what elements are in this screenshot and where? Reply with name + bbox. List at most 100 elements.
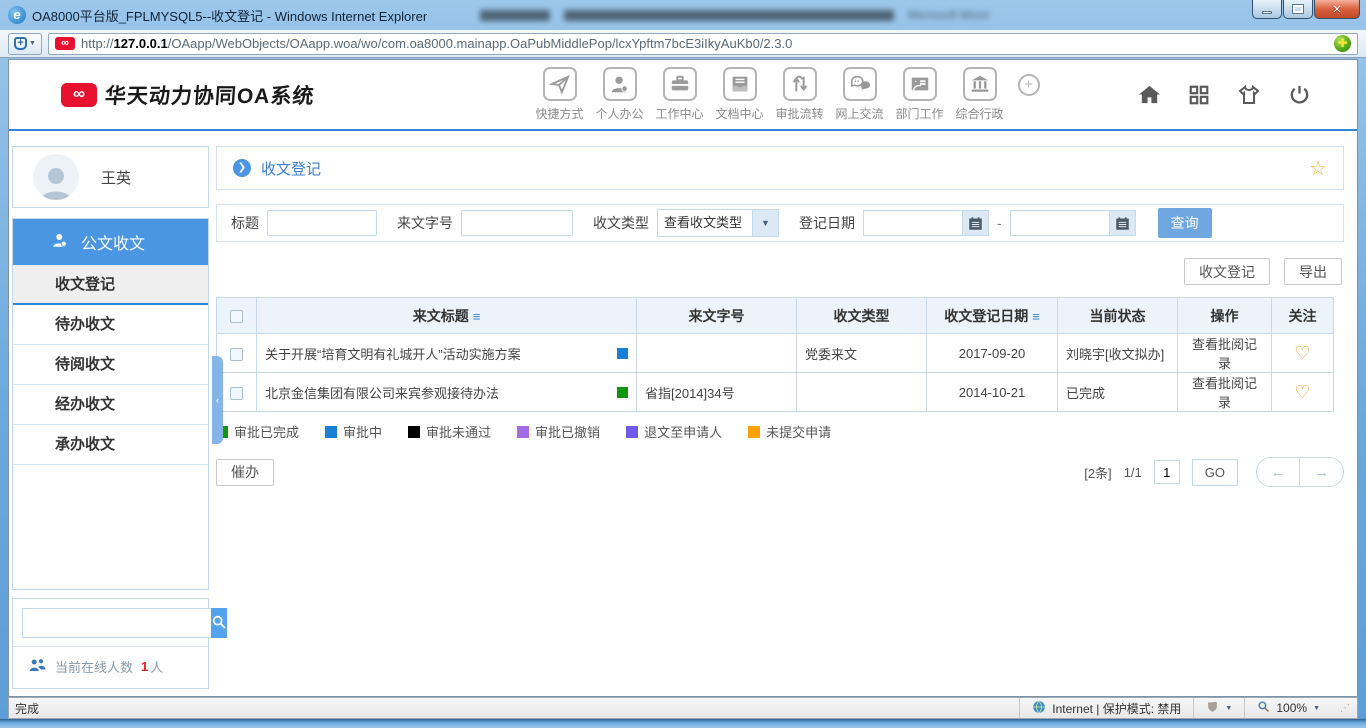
resize-grip: ⋰ [1332,703,1351,714]
register-button[interactable]: 收文登记 [1184,258,1270,285]
sidebar: 王英 公文收文 收文登记 待办收文 待阅收文 经办收文 承办收文 [9,131,209,695]
view-record-link[interactable]: 查看批阅记录 [1178,334,1272,373]
sidebar-item-shouwendengji[interactable]: 收文登记 [13,265,208,305]
close-icon: ✕ [1332,3,1341,16]
nav-item-online-chat[interactable]: 网上交流 [830,67,890,122]
main-nav: 快捷方式 个人办公 工作中心 [530,67,1040,122]
sidebar-item-daibanshouwen[interactable]: 待办收文 [13,305,208,345]
status-color-square [617,348,628,359]
calendar-icon[interactable] [963,210,989,236]
minimize-button[interactable] [1252,0,1282,19]
view-record-link[interactable]: 查看批阅记录 [1178,373,1272,412]
legend-item: 退文至申请人 [626,422,722,441]
page-viewport: ∞ 华天动力协同OA系统 快捷方式 个人办公 [8,59,1358,697]
power-icon[interactable] [1288,83,1311,106]
col-date[interactable]: 收文登记日期≡ [927,298,1058,334]
breadcrumb: ❯ 收文登记 ☆ [216,146,1344,190]
app-logo-text: 华天动力协同OA系统 [104,80,316,110]
close-button[interactable]: ✕ [1314,0,1360,19]
table-row: 北京金信集团有限公司来宾参观接待办法 省指[2014]34号 2014-10-2… [217,373,1334,412]
window-controls: ✕ [1251,0,1360,19]
export-button[interactable]: 导出 [1284,258,1342,285]
docno-filter-input[interactable] [461,210,573,236]
heart-icon[interactable]: ♡ [1294,382,1310,402]
zone-segment: Internet | 保护模式: 禁用 [1019,698,1193,718]
doc-title[interactable]: 关于开展“培育文明有礼城开人”活动实施方案 [265,344,611,363]
row-checkbox[interactable] [230,387,243,400]
heart-icon[interactable]: ♡ [1294,343,1310,363]
documents-table: 来文标题≡ 来文字号 收文类型 收文登记日期≡ 当前状态 操作 关注 关于开展 [216,297,1334,412]
type-filter-value: 查看收文类型 [657,209,753,237]
nav-item-work-center[interactable]: 工作中心 [650,67,710,122]
query-button[interactable]: 查询 [1158,208,1212,238]
doc-state: 已完成 [1058,373,1178,412]
grid-icon[interactable] [1188,84,1210,106]
doc-date: 2017-09-20 [927,334,1058,373]
select-all-checkbox[interactable] [230,310,243,323]
type-filter-select[interactable]: 查看收文类型 ▼ [657,209,779,237]
sidebar-item-chengbanshouwen[interactable]: 承办收文 [13,425,208,465]
sidebar-collapse-handle[interactable]: ‹ [212,356,223,444]
nav-item-document-center[interactable]: 文档中心 [710,67,770,122]
chevron-down-icon: ▼ [29,40,36,47]
col-follow: 关注 [1272,298,1334,334]
add-favorites-button[interactable]: + ▼ [8,33,42,55]
sort-icon[interactable]: ≡ [473,309,481,324]
home-icon[interactable] [1138,83,1161,106]
maximize-button[interactable] [1283,0,1313,19]
doc-title[interactable]: 北京金信集团有限公司来宾参观接待办法 [265,383,611,402]
page-number-input[interactable] [1154,460,1180,484]
document-tray-icon [723,67,757,101]
doc-state: 刘晓宇[收文拟办] [1058,334,1178,373]
sidebar-search [13,599,208,647]
sort-icon[interactable]: ≡ [1032,309,1040,324]
go-button[interactable]: GO [1192,459,1238,486]
person-icon [603,67,637,101]
nav-more-button[interactable]: + [1018,74,1040,96]
favorite-star-icon[interactable]: ☆ [1309,156,1327,181]
legend-item: 审批已撤销 [517,422,600,441]
theme-shirt-icon[interactable] [1237,83,1261,107]
urge-button[interactable]: 催办 [216,459,274,486]
legend-color-square [517,426,529,438]
date-from-input[interactable] [863,210,963,236]
date-to-input[interactable] [1010,210,1110,236]
sidebar-item-jingbanshouwen[interactable]: 经办收文 [13,385,208,425]
calendar-icon[interactable] [1110,210,1136,236]
legend-item: 审批已完成 [216,422,299,441]
nav-item-personal-office[interactable]: 个人办公 [590,67,650,122]
nav-item-approval-flow[interactable]: 审批流转 [770,67,830,122]
online-count: 1 [141,659,148,674]
nav-item-administration[interactable]: 综合行政 [950,67,1010,122]
legend-color-square [325,426,337,438]
sidebar-search-input[interactable] [22,608,211,638]
sidebar-item-daiyueshouwen[interactable]: 待阅收文 [13,345,208,385]
doc-date: 2014-10-21 [927,373,1058,412]
chevron-down-icon[interactable]: ▼ [753,209,779,237]
online-users-icon [29,658,47,675]
doc-number: 省指[2014]34号 [637,373,797,412]
prev-page-arrow-icon[interactable]: ← [1257,458,1300,486]
chat-bubbles-icon [843,67,877,101]
extension-icon[interactable]: ✚ [1334,35,1351,52]
bottom-toolbar: 催办 [2条] 1/1 GO ← → [216,457,1344,487]
privacy-segment[interactable]: ▼ [1193,698,1244,718]
zone-text: Internet | 保护模式: 禁用 [1052,700,1181,717]
department-icon [903,67,937,101]
title-filter-input[interactable] [267,210,377,236]
url-field[interactable]: ∞ http://127.0.0.1/OAapp/WebObjects/OAap… [48,33,1358,55]
page-title: 收文登记 [261,158,321,179]
row-checkbox[interactable] [230,348,243,361]
address-bar: + ▼ ∞ http://127.0.0.1/OAapp/WebObjects/… [0,30,1366,58]
col-title[interactable]: 来文标题≡ [257,298,637,334]
filter-bar: 标题 来文字号 收文类型 查看收文类型 ▼ 登记日期 - [216,204,1344,242]
url-text: http://127.0.0.1/OAapp/WebObjects/OAapp.… [81,36,1334,51]
nav-item-department-work[interactable]: 部门工作 [890,67,950,122]
menu-header-gongwenshouwen[interactable]: 公文收文 [13,219,208,265]
nav-item-shortcuts[interactable]: 快捷方式 [530,67,590,122]
zoom-segment[interactable]: 100% ▼ [1244,698,1332,718]
date-separator: - [997,215,1002,231]
doc-type [797,373,927,412]
next-page-arrow-icon[interactable]: → [1300,458,1343,486]
col-state: 当前状态 [1058,298,1178,334]
